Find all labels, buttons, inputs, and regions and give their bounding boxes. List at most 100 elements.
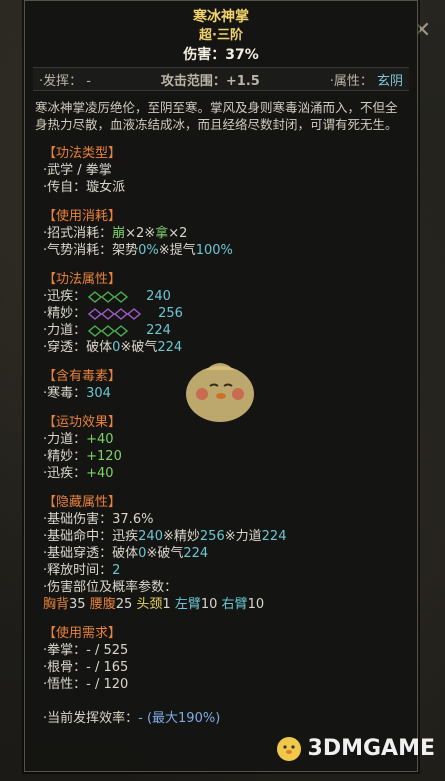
launch-label: ·发挥： xyxy=(39,73,83,89)
base-pierce-line: ·基础穿透：破体0※破气224 xyxy=(43,545,417,562)
qi-break-value: 224 xyxy=(183,546,209,561)
skill-name: 寒冰神掌 xyxy=(193,9,249,25)
req-value: - / 165 xyxy=(86,660,129,675)
skill-value: 256 xyxy=(158,306,183,321)
stance-value: 0% xyxy=(138,243,159,258)
cost-na: 拿 xyxy=(155,226,169,241)
hit-skill-value: 256 xyxy=(199,529,225,544)
momentum-cost-label: ·气势消耗： xyxy=(43,243,113,258)
move-cost-label: ·招式消耗： xyxy=(43,226,113,241)
part-value: 1 xyxy=(162,597,171,612)
effect-line: ·迅疾：+40 xyxy=(43,465,417,482)
base-damage-line: ·基础伤害：37.6% xyxy=(43,511,417,528)
part-name: 腰腹 xyxy=(89,597,116,612)
part-name: 头颈 xyxy=(136,597,163,612)
cast-time-line: ·释放时间：2 xyxy=(43,562,417,579)
base-damage-label: ·基础伤害： xyxy=(43,512,113,527)
speed-label: ·迅疾： xyxy=(43,289,87,304)
qi-break-label: 破气 xyxy=(157,546,184,561)
section-title: 【隐藏属性】 xyxy=(43,495,122,510)
watermark: 3DMGAME xyxy=(274,733,435,763)
hit-skill-label: 精妙 xyxy=(173,529,200,544)
part-value: 10 xyxy=(247,597,265,612)
req-line: ·拳掌：- / 525 xyxy=(43,642,417,659)
attr-section: 【功法属性】 ·迅疾： 240 ·精妙： 256 ·力道： 224 ·穿透：破体0※破… xyxy=(43,271,417,356)
power-line: ·力道： 224 xyxy=(43,322,417,339)
req-label: ·悟性： xyxy=(43,677,87,692)
efficiency-line: ·当前发挥效率：- (最大190%) xyxy=(43,707,417,726)
power-value: 224 xyxy=(146,323,171,338)
effect-line: ·力道：+40 xyxy=(43,431,417,448)
skill-tier: 超·三阶 xyxy=(199,28,243,43)
qi-value: 100% xyxy=(195,243,233,258)
req-line: ·根骨：- / 165 xyxy=(43,659,417,676)
hidden-section: 【隐藏属性】 ·基础伤害：37.6% ·基础命中：迅疾240※精妙256※力道2… xyxy=(43,494,417,613)
momentum-cost-line: ·气势消耗：架势0%※提气100% xyxy=(43,242,417,259)
req-label: ·根骨： xyxy=(43,660,87,675)
effect-line: ·精妙：+120 xyxy=(43,448,417,465)
meta-row: ·发挥： - 攻击范围：+1.5 ·属性： 玄阴 xyxy=(33,67,409,91)
base-damage-value: 37.6% xyxy=(112,512,154,527)
speed-value: 240 xyxy=(146,289,171,304)
type-section: 【功法类型】 ·武学 / 拳掌 ·传自：璇女派 xyxy=(43,145,417,196)
cold-poison-value: 304 xyxy=(86,386,111,401)
type-line: ·武学 / 拳掌 xyxy=(43,163,112,178)
part-name: 左臂 xyxy=(174,597,201,612)
section-title: 【使用需求】 xyxy=(43,626,122,641)
section-title: 【使用消耗】 xyxy=(43,209,122,224)
part-value: 25 xyxy=(115,597,133,612)
req-value: - / 525 xyxy=(86,643,129,658)
base-pierce-label: ·基础穿透： xyxy=(43,546,113,561)
separator: ※ xyxy=(158,243,170,258)
hit-speed-label: 迅疾 xyxy=(112,529,139,544)
power-label: ·力道： xyxy=(43,323,87,338)
separator: ※ xyxy=(146,546,158,561)
speed-line: ·迅疾： 240 xyxy=(43,288,417,305)
hit-power-value: 224 xyxy=(261,529,287,544)
watermark-text: 3DMGAME xyxy=(307,735,435,761)
part-value: 35 xyxy=(69,597,86,612)
diamond-icon xyxy=(88,324,129,337)
part-name: 右臂 xyxy=(221,597,248,612)
req-line: ·悟性：- / 120 xyxy=(43,676,417,693)
effect-value: +120 xyxy=(86,449,122,464)
cost-na-mult: ×2 xyxy=(168,226,188,241)
stance-label: 架势 xyxy=(112,243,139,258)
launch-value: - xyxy=(86,73,91,89)
range-stat: 攻击范围：+1.5 xyxy=(161,70,260,89)
effect-label: ·力道： xyxy=(43,432,87,447)
attr-value: 玄阴 xyxy=(376,73,403,89)
section-title: 【功法类型】 xyxy=(43,146,122,161)
pierce-label: ·穿透： xyxy=(43,340,87,355)
efficiency-value: - (最大190%) xyxy=(138,711,221,726)
hit-parts-line: 胸背35 腰腹25 头颈1 左臂10 右臂10 xyxy=(43,596,417,613)
qi-label: 提气 xyxy=(169,243,196,258)
skill-line: ·精妙： 256 xyxy=(43,305,417,322)
base-hit-label: ·基础命中： xyxy=(43,529,113,544)
diamond-icon xyxy=(88,290,129,303)
separator: ※ xyxy=(162,529,174,544)
cold-poison-label: ·寒毒： xyxy=(43,386,87,401)
body-break-label: 破体 xyxy=(86,340,113,355)
separator: ※ xyxy=(120,340,132,355)
effect-label: ·迅疾： xyxy=(43,466,87,481)
attr-stat: ·属性： 玄阴 xyxy=(330,70,403,89)
req-value: - / 120 xyxy=(86,677,129,692)
hit-power-label: 力道 xyxy=(235,529,262,544)
effect-label: ·精妙： xyxy=(43,449,87,464)
effect-value: +40 xyxy=(86,466,114,481)
qi-break-label: 破气 xyxy=(131,340,158,355)
skill-label: ·精妙： xyxy=(43,306,87,321)
cost-section: 【使用消耗】 ·招式消耗：崩×2※拿×2 ·气势消耗：架势0%※提气100% xyxy=(43,208,417,259)
skill-damage: 伤害：37% xyxy=(183,47,259,63)
base-hit-line: ·基础命中：迅疾240※精妙256※力道224 xyxy=(43,528,417,545)
attr-label: ·属性： xyxy=(329,73,373,89)
chick-logo-icon xyxy=(276,737,301,761)
move-cost-line: ·招式消耗：崩×2※拿×2 xyxy=(43,225,417,242)
efficiency-label: ·当前发挥效率： xyxy=(43,711,139,726)
tooltip-header: 寒冰神掌 超·三阶 伤害：37% xyxy=(25,1,417,65)
part-value: 10 xyxy=(200,597,218,612)
section-title: 【功法属性】 xyxy=(43,272,122,287)
hit-parts-label: ·伤害部位及概率参数： xyxy=(43,580,178,595)
separator: ※ xyxy=(224,529,236,544)
